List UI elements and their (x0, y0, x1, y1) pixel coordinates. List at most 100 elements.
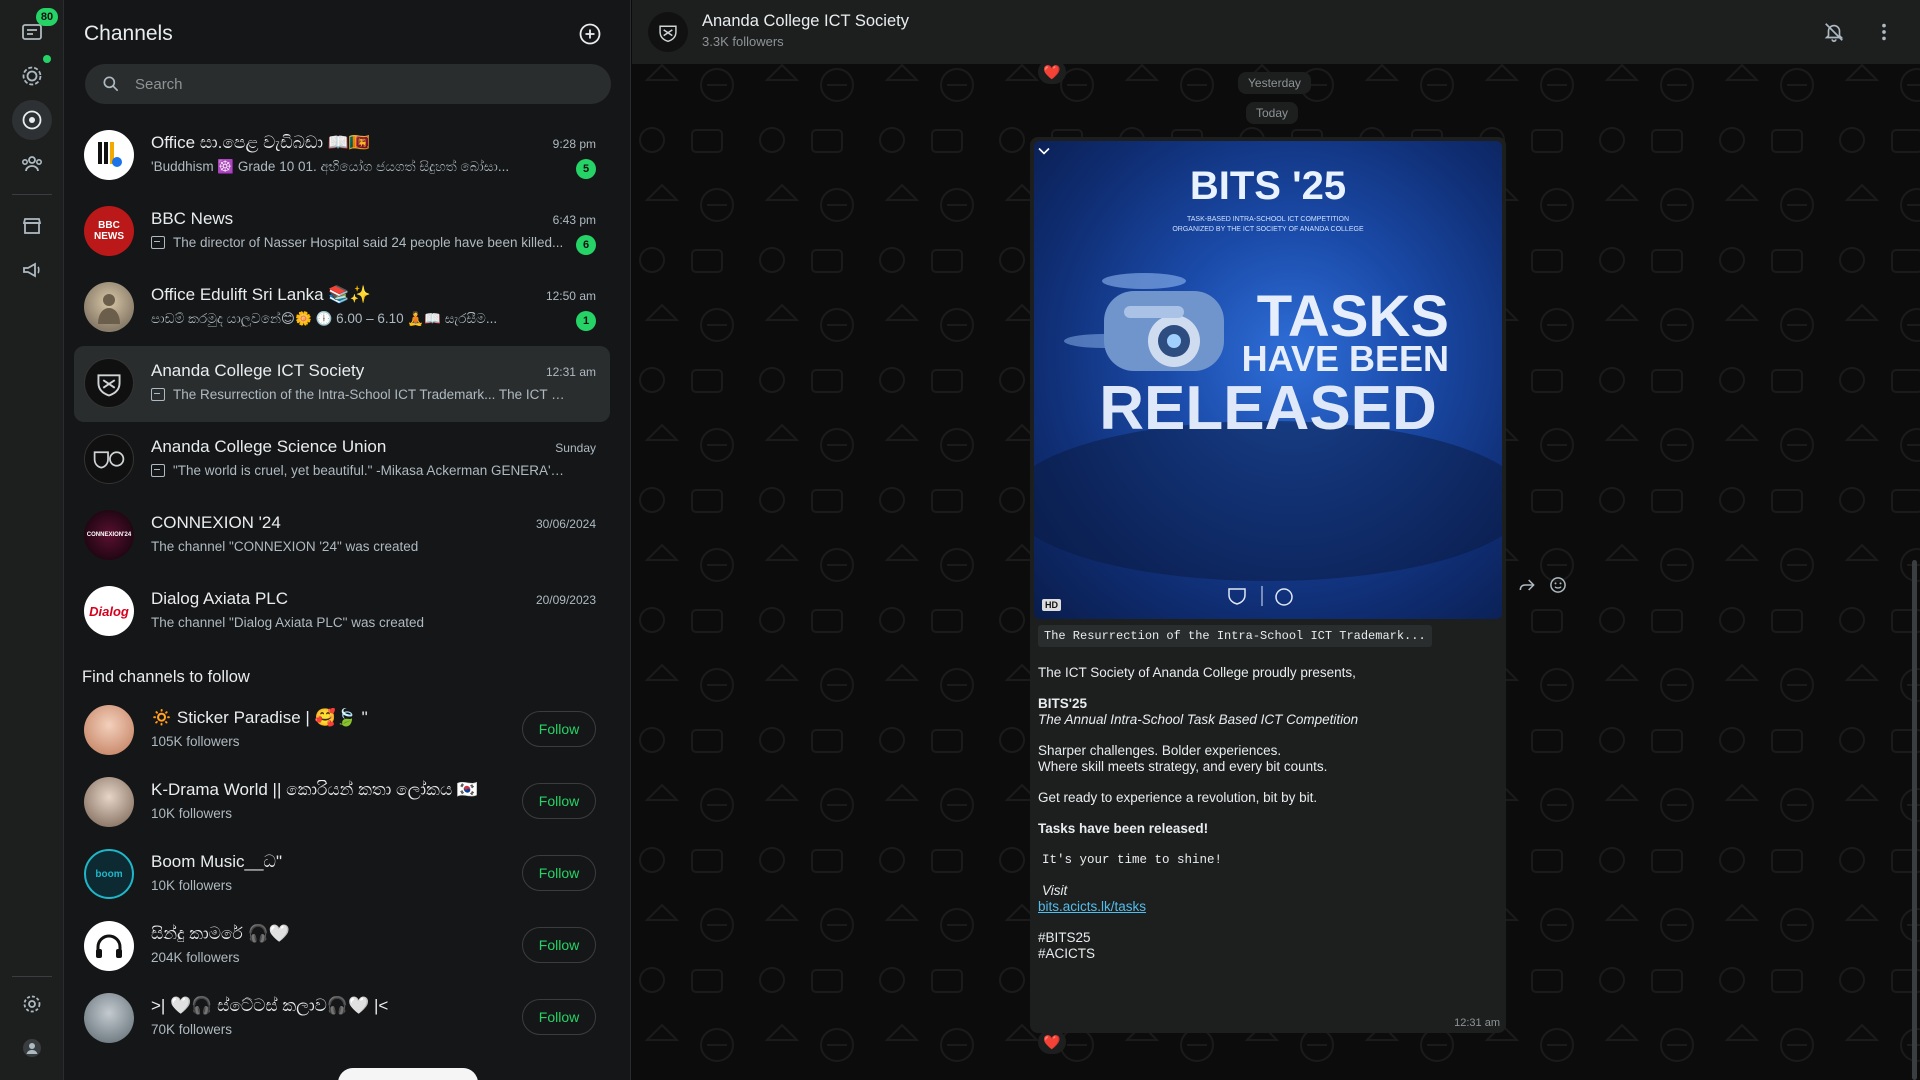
forward-button[interactable] (1514, 572, 1540, 598)
avatar (84, 777, 134, 827)
menu-button[interactable] (1870, 18, 1898, 46)
gear-icon (23, 995, 41, 1013)
unread-badge: 6 (576, 235, 596, 255)
message-line: Where skill meets strategy, and every bi… (1038, 759, 1328, 774)
channel-row-active[interactable]: Ananda College ICT Society 12:31 am The … (74, 346, 610, 422)
channel-row[interactable]: Office Edulift Sri Lanka 📚✨ 12:50 am පාඩ… (74, 270, 610, 346)
channel-name: Dialog Axiata PLC (151, 589, 289, 608)
avatar (84, 921, 134, 971)
chevron-down-icon[interactable] (1034, 141, 1054, 161)
suggested-channel-row[interactable]: 🔅 Sticker Paradise | 🥰🍃 " 105K followers… (74, 694, 610, 766)
search-input[interactable] (135, 75, 575, 93)
preview-text: පාඩම් කරමුද යාලුවනේ😊🌼 🕕 6.00 – 6.10 🧘📖 ස… (151, 311, 498, 326)
whatsapp-window: 80 Channels Search Office සා.පෙළ වැඩිබඩා… (0, 0, 1920, 1080)
unread-badge: 5 (576, 159, 596, 179)
channel-preview: The Resurrection of the Intra-School ICT… (151, 387, 565, 402)
conversation-scrollbar[interactable] (1912, 560, 1917, 1080)
channel-avatar[interactable] (648, 12, 688, 52)
communities-nav-button[interactable] (12, 144, 52, 184)
hashtag[interactable]: #BITS25 (1038, 930, 1091, 945)
kebab-menu-icon (1882, 23, 1886, 41)
message-line: Tasks have been released! (1038, 821, 1209, 836)
follow-button[interactable]: Follow (522, 927, 596, 963)
business-tools-nav-button[interactable] (12, 206, 52, 246)
channel-row[interactable]: Ananda College Science Union Sunday "The… (74, 422, 610, 498)
channel-name: CONNEXION '24 (151, 513, 281, 532)
search-icon (103, 76, 119, 92)
follow-button[interactable]: Follow (522, 999, 596, 1035)
avatar (84, 434, 134, 484)
channel-row[interactable]: Dialog Dialog Axiata PLC 20/09/2023 The … (74, 574, 610, 650)
channel-time: 30/06/2024 (535, 517, 596, 531)
profile-icon (23, 1039, 41, 1057)
channel-row[interactable]: CONNEXION'24 CONNEXION '24 30/06/2024 Th… (74, 498, 610, 574)
science-union-logo-icon (93, 451, 125, 469)
find-channels-heading: Find channels to follow (82, 668, 250, 686)
suggested-channel-row[interactable]: boom Boom Music__ධ" 10K followers Follow (74, 838, 610, 910)
preview-text: The channel "Dialog Axiata PLC" was crea… (151, 615, 424, 630)
message-link[interactable]: bits.acicts.lk/tasks (1038, 899, 1146, 914)
status-icon (22, 66, 42, 86)
channel-row[interactable]: BBC NEWS BBC News 6:43 pm The director o… (74, 194, 610, 270)
channel-name: Ananda College ICT Society (151, 361, 365, 380)
channel-name: Office සා.පෙළ වැඩිබඩා 📖🇱🇰 (151, 133, 371, 152)
profile-nav-button[interactable] (12, 1028, 52, 1068)
bell-off-icon (1824, 23, 1844, 42)
poster-image[interactable]: BITS '25 TASK-BASED INTRA-SCHOOL ICT COM… (1034, 141, 1502, 619)
channel-preview: පාඩම් කරමුද යාලුවනේ😊🌼 🕕 6.00 – 6.10 🧘📖 ස… (151, 311, 497, 327)
message-bubble[interactable]: BITS '25 TASK-BASED INTRA-SCHOOL ICT COM… (1030, 137, 1506, 1033)
channel-conversation: Ananda College ICT Society 3.3K follower… (632, 0, 1920, 1080)
react-button[interactable] (1545, 572, 1571, 598)
poster-subline-1: TASK-BASED INTRA-SCHOOL ICT COMPETITION (1187, 216, 1349, 223)
avatar (84, 705, 134, 755)
avatar: CONNEXION'24 (84, 510, 134, 560)
poster-footer-logos (1228, 586, 1293, 606)
poster-artwork: BITS '25 TASK-BASED INTRA-SCHOOL ICT COM… (1034, 164, 1502, 606)
avatar (84, 130, 134, 180)
date-divider-today: Today (1246, 102, 1299, 124)
follow-button[interactable]: Follow (522, 783, 596, 819)
date-divider-yesterday: Yesterday (1238, 72, 1311, 94)
search-bar[interactable] (85, 64, 611, 104)
message-time: 12:31 am (1454, 1017, 1500, 1029)
reaction-badge[interactable]: ❤️ (1038, 1030, 1066, 1054)
channel-name: 🔅 Sticker Paradise | 🥰🍃 " (151, 708, 368, 727)
channels-panel: Channels Office සා.පෙළ වැඩිබඩා 📖🇱🇰 9:28 … (64, 0, 631, 1080)
follow-button[interactable]: Follow (522, 855, 596, 891)
boom-logo-text: boom (95, 868, 123, 880)
channel-time: 12:50 am (545, 289, 596, 303)
advertise-nav-button[interactable] (12, 250, 52, 290)
message-line: Get ready to experience a revolution, bi… (1038, 790, 1318, 805)
channels-nav-button[interactable] (12, 100, 52, 140)
suggested-channel-row[interactable]: >| 🤍🎧 ස්ටේටස් කලාව🎧🤍 |< 70K followers Fo… (74, 982, 610, 1054)
new-channel-button[interactable] (576, 20, 604, 48)
message-quote: The Resurrection of the Intra-School ICT… (1038, 625, 1432, 647)
avatar: BBC NEWS (84, 206, 134, 256)
mute-button[interactable] (1820, 18, 1848, 46)
buddha-statue-icon (98, 294, 120, 324)
channel-time: 6:43 pm (552, 213, 596, 227)
follow-button[interactable]: Follow (522, 711, 596, 747)
channel-name: K-Drama World || කොරියන් කතා ලෝකය 🇰🇷 (151, 780, 479, 799)
preview-text: The director of Nasser Hospital said 24 … (173, 235, 564, 250)
reaction-badge[interactable]: ❤️ (1038, 60, 1066, 84)
avatar (84, 282, 134, 332)
ict-society-logo-icon (659, 25, 677, 43)
suggested-channel-row[interactable]: K-Drama World || කොරියන් කතා ලෝකය 🇰🇷 10K… (74, 766, 610, 838)
discover-more-button[interactable] (338, 1068, 478, 1080)
avatar (84, 993, 134, 1043)
follower-count: 204K followers (151, 950, 240, 965)
channel-name: >| 🤍🎧 ස්ටේටස් කලාව🎧🤍 |< (151, 996, 389, 1015)
suggested-channel-row[interactable]: සින්දු කාමරේ 🎧🤍 204K followers Follow (74, 910, 610, 982)
image-icon (151, 236, 165, 249)
settings-nav-button[interactable] (12, 984, 52, 1024)
conversation-header[interactable]: Ananda College ICT Society 3.3K follower… (632, 0, 1920, 64)
channel-row[interactable]: Office සා.පෙළ වැඩිබඩා 📖🇱🇰 9:28 pm 'Buddh… (74, 118, 610, 194)
avatar: Dialog (84, 586, 134, 636)
hashtag[interactable]: #ACICTS (1038, 946, 1095, 961)
preview-text: The Resurrection of the Intra-School ICT… (173, 387, 565, 402)
channel-name: Ananda College Science Union (151, 437, 387, 456)
channel-time: 9:28 pm (552, 137, 596, 151)
message-line: It's your time to shine! (1042, 853, 1223, 867)
drone-illustration (1064, 273, 1224, 371)
